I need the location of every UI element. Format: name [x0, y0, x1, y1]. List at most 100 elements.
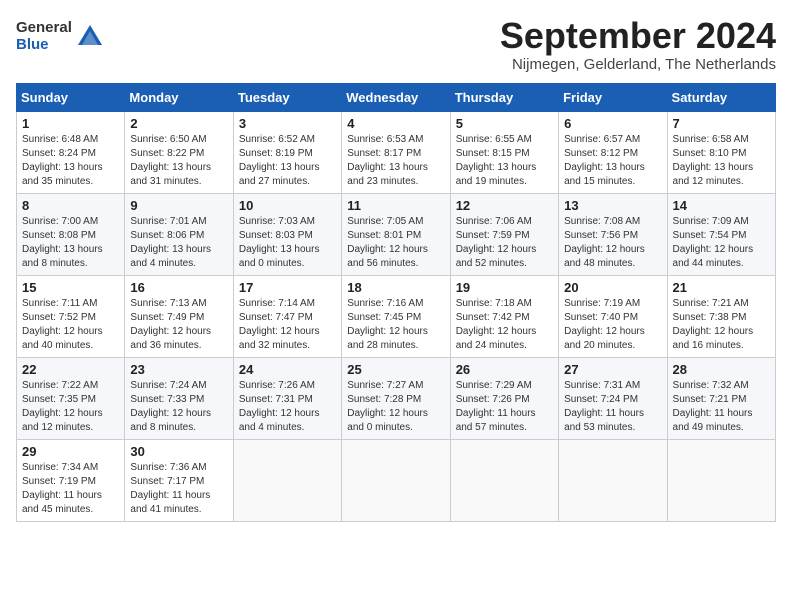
day-number: 26: [456, 362, 553, 377]
day-cell: 20 Sunrise: 7:19 AM Sunset: 7:40 PM Dayli…: [559, 275, 667, 357]
day-cell: 7 Sunrise: 6:58 AM Sunset: 8:10 PM Daylig…: [667, 111, 775, 193]
day-number: 3: [239, 116, 336, 131]
day-number: 9: [130, 198, 227, 213]
day-cell: 12Sunrise: 7:06 AM Sunset: 7:59 PM Dayli…: [450, 193, 558, 275]
day-cell: 15 Sunrise: 7:11 AM Sunset: 7:52 PM Dayli…: [17, 275, 125, 357]
day-number: 8: [22, 198, 119, 213]
day-cell: 22 Sunrise: 7:22 AM Sunset: 7:35 PM Dayli…: [17, 357, 125, 439]
day-cell: 3Sunrise: 6:52 AM Sunset: 8:19 PM Daylig…: [233, 111, 341, 193]
calendar-body: 1Sunrise: 6:48 AM Sunset: 8:24 PM Daylig…: [17, 111, 776, 521]
day-number: 6: [564, 116, 661, 131]
day-number: 24: [239, 362, 336, 377]
day-number: 5: [456, 116, 553, 131]
day-info: Sunrise: 6:58 AM Sunset: 8:10 PM Dayligh…: [673, 133, 770, 189]
day-cell: 30 Sunrise: 7:36 AM Sunset: 7:17 PM Dayli…: [125, 439, 233, 521]
week-row-2: 8 Sunrise: 7:00 AM Sunset: 8:08 PM Daylig…: [17, 193, 776, 275]
day-info: Sunrise: 7:11 AM Sunset: 7:52 PM Dayligh…: [22, 297, 119, 353]
day-info: Sunrise: 7:24 AM Sunset: 7:33 PM Dayligh…: [130, 379, 227, 435]
day-number: 20: [564, 280, 661, 295]
logo: General Blue: [16, 20, 104, 53]
day-info: Sunrise: 7:13 AM Sunset: 7:49 PM Dayligh…: [130, 297, 227, 353]
day-number: 13: [564, 198, 661, 213]
day-cell: 28 Sunrise: 7:32 AM Sunset: 7:21 PM Dayli…: [667, 357, 775, 439]
day-number: 27: [564, 362, 661, 377]
day-cell: 6 Sunrise: 6:57 AM Sunset: 8:12 PM Daylig…: [559, 111, 667, 193]
day-cell: 27 Sunrise: 7:31 AM Sunset: 7:24 PM Dayli…: [559, 357, 667, 439]
day-number: 1: [22, 116, 119, 131]
header-cell-thursday: Thursday: [450, 83, 558, 111]
day-number: 21: [673, 280, 770, 295]
month-title: September 2024: [500, 16, 776, 56]
day-number: 14: [673, 198, 770, 213]
day-cell: 19 Sunrise: 7:18 AM Sunset: 7:42 PM Dayli…: [450, 275, 558, 357]
day-info: Sunrise: 7:18 AM Sunset: 7:42 PM Dayligh…: [456, 297, 553, 353]
day-number: 15: [22, 280, 119, 295]
calendar-header: SundayMondayTuesdayWednesdayThursdayFrid…: [17, 83, 776, 111]
header-cell-wednesday: Wednesday: [342, 83, 450, 111]
day-info: Sunrise: 7:36 AM Sunset: 7:17 PM Dayligh…: [130, 461, 227, 517]
week-row-1: 1Sunrise: 6:48 AM Sunset: 8:24 PM Daylig…: [17, 111, 776, 193]
day-info: Sunrise: 7:09 AM Sunset: 7:54 PM Dayligh…: [673, 215, 770, 271]
day-info: Sunrise: 7:19 AM Sunset: 7:40 PM Dayligh…: [564, 297, 661, 353]
day-info: Sunrise: 6:53 AM Sunset: 8:17 PM Dayligh…: [347, 133, 444, 189]
header-cell-tuesday: Tuesday: [233, 83, 341, 111]
logo-blue-text: Blue: [16, 37, 72, 54]
day-info: Sunrise: 7:16 AM Sunset: 7:45 PM Dayligh…: [347, 297, 444, 353]
day-number: 30: [130, 444, 227, 459]
day-cell: [559, 439, 667, 521]
day-info: Sunrise: 7:31 AM Sunset: 7:24 PM Dayligh…: [564, 379, 661, 435]
day-info: Sunrise: 7:00 AM Sunset: 8:08 PM Dayligh…: [22, 215, 119, 271]
header-cell-friday: Friday: [559, 83, 667, 111]
day-info: Sunrise: 7:22 AM Sunset: 7:35 PM Dayligh…: [22, 379, 119, 435]
day-cell: 8 Sunrise: 7:00 AM Sunset: 8:08 PM Daylig…: [17, 193, 125, 275]
logo-general-text: General: [16, 20, 72, 37]
header-cell-saturday: Saturday: [667, 83, 775, 111]
day-cell: 2 Sunrise: 6:50 AM Sunset: 8:22 PM Daylig…: [125, 111, 233, 193]
day-info: Sunrise: 6:50 AM Sunset: 8:22 PM Dayligh…: [130, 133, 227, 189]
day-info: Sunrise: 7:32 AM Sunset: 7:21 PM Dayligh…: [673, 379, 770, 435]
day-info: Sunrise: 7:27 AM Sunset: 7:28 PM Dayligh…: [347, 379, 444, 435]
day-number: 10: [239, 198, 336, 213]
day-info: Sunrise: 7:26 AM Sunset: 7:31 PM Dayligh…: [239, 379, 336, 435]
day-number: 23: [130, 362, 227, 377]
day-number: 29: [22, 444, 119, 459]
day-cell: 26 Sunrise: 7:29 AM Sunset: 7:26 PM Dayli…: [450, 357, 558, 439]
day-number: 28: [673, 362, 770, 377]
day-number: 19: [456, 280, 553, 295]
day-info: Sunrise: 7:08 AM Sunset: 7:56 PM Dayligh…: [564, 215, 661, 271]
header-row: SundayMondayTuesdayWednesdayThursdayFrid…: [17, 83, 776, 111]
day-cell: 16Sunrise: 7:13 AM Sunset: 7:49 PM Dayli…: [125, 275, 233, 357]
day-number: 22: [22, 362, 119, 377]
day-cell: 11 Sunrise: 7:05 AM Sunset: 8:01 PM Dayli…: [342, 193, 450, 275]
day-cell: [233, 439, 341, 521]
day-cell: 9Sunrise: 7:01 AM Sunset: 8:06 PM Daylig…: [125, 193, 233, 275]
header-cell-sunday: Sunday: [17, 83, 125, 111]
day-info: Sunrise: 7:29 AM Sunset: 7:26 PM Dayligh…: [456, 379, 553, 435]
day-info: Sunrise: 7:21 AM Sunset: 7:38 PM Dayligh…: [673, 297, 770, 353]
day-number: 11: [347, 198, 444, 213]
week-row-4: 22 Sunrise: 7:22 AM Sunset: 7:35 PM Dayli…: [17, 357, 776, 439]
day-info: Sunrise: 6:57 AM Sunset: 8:12 PM Dayligh…: [564, 133, 661, 189]
day-cell: 1Sunrise: 6:48 AM Sunset: 8:24 PM Daylig…: [17, 111, 125, 193]
day-cell: [667, 439, 775, 521]
day-number: 17: [239, 280, 336, 295]
day-number: 4: [347, 116, 444, 131]
day-cell: 29Sunrise: 7:34 AM Sunset: 7:19 PM Dayli…: [17, 439, 125, 521]
day-cell: 4 Sunrise: 6:53 AM Sunset: 8:17 PM Daylig…: [342, 111, 450, 193]
day-info: Sunrise: 6:55 AM Sunset: 8:15 PM Dayligh…: [456, 133, 553, 189]
day-info: Sunrise: 7:14 AM Sunset: 7:47 PM Dayligh…: [239, 297, 336, 353]
day-cell: [450, 439, 558, 521]
week-row-3: 15 Sunrise: 7:11 AM Sunset: 7:52 PM Dayli…: [17, 275, 776, 357]
location-subtitle: Nijmegen, Gelderland, The Netherlands: [500, 56, 776, 73]
day-number: 12: [456, 198, 553, 213]
day-cell: 5 Sunrise: 6:55 AM Sunset: 8:15 PM Daylig…: [450, 111, 558, 193]
day-number: 2: [130, 116, 227, 131]
header-cell-monday: Monday: [125, 83, 233, 111]
day-number: 7: [673, 116, 770, 131]
calendar-table: SundayMondayTuesdayWednesdayThursdayFrid…: [16, 83, 776, 522]
week-row-5: 29Sunrise: 7:34 AM Sunset: 7:19 PM Dayli…: [17, 439, 776, 521]
day-info: Sunrise: 7:03 AM Sunset: 8:03 PM Dayligh…: [239, 215, 336, 271]
day-cell: 14 Sunrise: 7:09 AM Sunset: 7:54 PM Dayli…: [667, 193, 775, 275]
day-info: Sunrise: 7:05 AM Sunset: 8:01 PM Dayligh…: [347, 215, 444, 271]
title-area: September 2024 Nijmegen, Gelderland, The…: [500, 16, 776, 73]
